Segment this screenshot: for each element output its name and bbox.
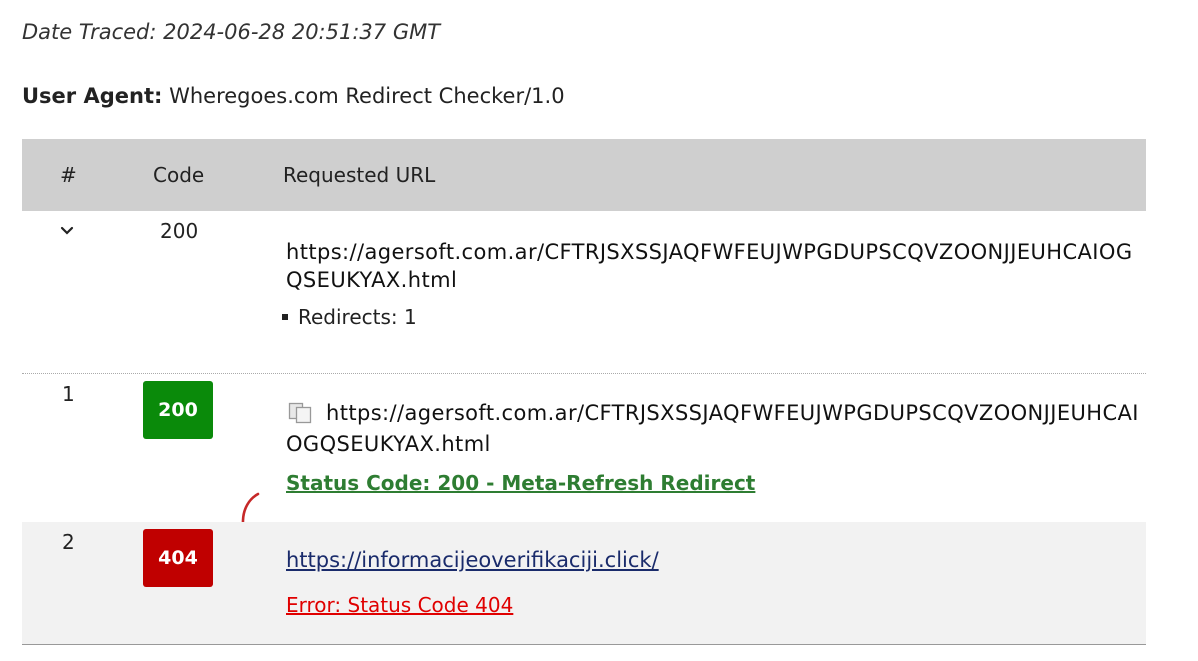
user-agent-value: Wheregoes.com Redirect Checker/1.0 (169, 84, 565, 108)
row-index: 2 (62, 530, 75, 554)
row-index: 1 (62, 382, 75, 406)
table-header: # Code Requested URL (22, 139, 1146, 211)
status-badge: 404 (143, 529, 213, 587)
chevron-down-icon[interactable] (60, 221, 74, 240)
status-code-link[interactable]: Status Code: 200 - Meta-Refresh Redirect (286, 471, 755, 495)
table-row: 1 200 https://agersoft.com.ar/CFTRJSXSSJ… (22, 374, 1146, 522)
row-url: https://agersoft.com.ar/CFTRJSXSSJAQFWFE… (286, 401, 1139, 456)
summary-row: 200 https://agersoft.com.ar/CFTRJSXSSJAQ… (22, 211, 1146, 374)
summary-code: 200 (160, 219, 199, 243)
user-agent-label: User Agent: (22, 84, 163, 108)
header-code: Code (153, 163, 205, 187)
status-badge: 200 (143, 381, 213, 439)
user-agent: User Agent: Wheregoes.com Redirect Check… (22, 84, 565, 108)
table-row: 2 404 https://informacijeoverifikaciji.c… (22, 522, 1146, 645)
error-status-link[interactable]: Error: Status Code 404 (286, 593, 513, 617)
date-traced: Date Traced: 2024-06-28 20:51:37 GMT (22, 20, 441, 44)
redirects-label: Redirects: 1 (298, 305, 417, 329)
header-number: # (60, 163, 77, 187)
redirects-count: Redirects: 1 (282, 305, 417, 329)
summary-url: https://agersoft.com.ar/CFTRJSXSSJAQFWFE… (286, 240, 1133, 292)
header-requested-url: Requested URL (283, 163, 436, 187)
bullet-icon (282, 313, 288, 320)
row-url-link[interactable]: https://informacijeoverifikaciji.click/ (286, 548, 659, 572)
